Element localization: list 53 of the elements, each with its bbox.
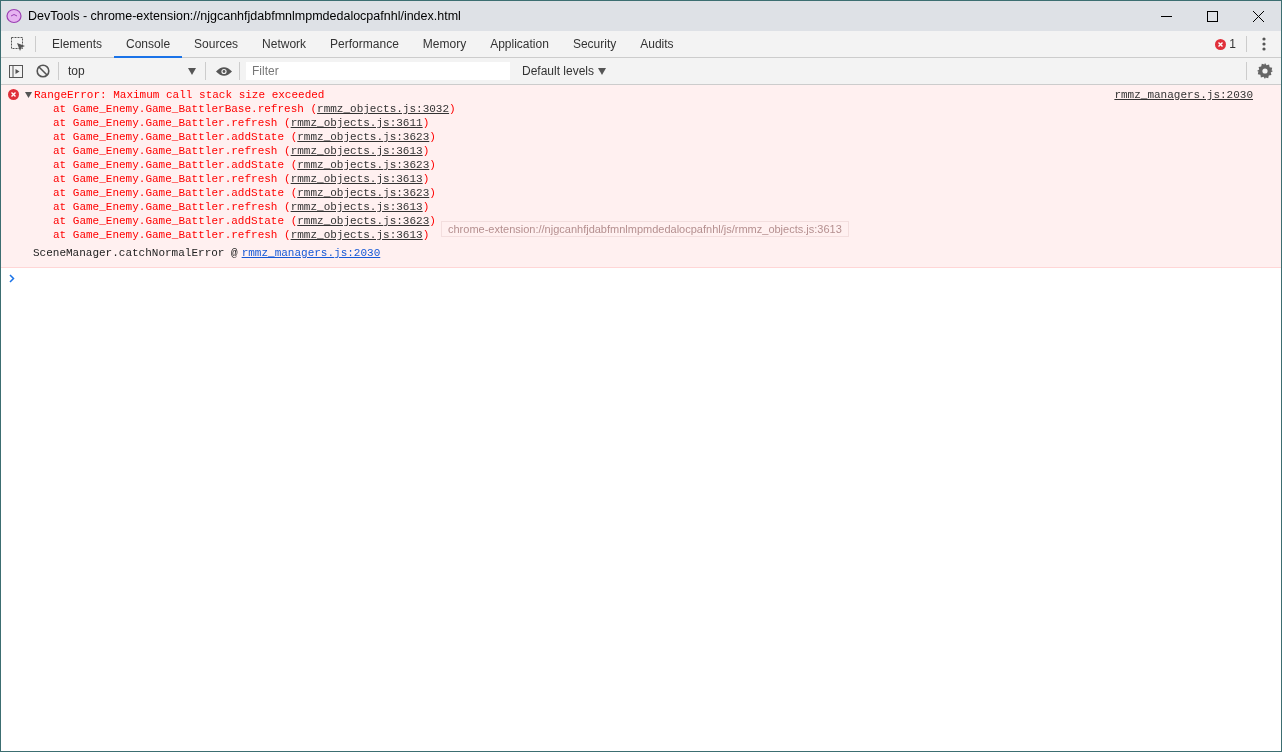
app-icon [6, 8, 22, 24]
maximize-icon [1206, 10, 1218, 22]
source-link[interactable]: rmmz_managers.js:2030 [241, 246, 381, 260]
stack-trace-line: at Game_Enemy.Game_Battler.addState (rmmz_objects.js:3623) [52, 186, 436, 200]
tooltip: chrome-extension://njgcanhfjdabfmnlmpmdedalocpafnhl/js/rmmz_objects.js:3613 [441, 221, 849, 237]
stack-trace-line: at Game_Enemy.Game_BattlerBase.refresh (rmmz_objects.js:3032) [52, 102, 456, 116]
levels-dropdown[interactable]: Default levels [516, 63, 613, 79]
source-link[interactable]: rmmz_objects.js:3613 [290, 173, 423, 185]
source-link[interactable]: rmmz_objects.js:3613 [290, 201, 423, 213]
sidebar-icon [9, 64, 23, 78]
panel-tab[interactable]: Audits [628, 31, 686, 58]
panel-tab[interactable]: Memory [410, 31, 479, 58]
filter-field[interactable]: Filter [246, 62, 510, 80]
stack-trace-line: at Game_Enemy.Game_Battler.refresh (rmmz_objects.js:3613) [52, 200, 430, 214]
error-text: RangeError: Maximum call stack size exceeded [34, 88, 325, 102]
panel-tab[interactable]: Network [250, 31, 319, 58]
error-icon [1215, 38, 1227, 50]
source-link[interactable]: rmmz_objects.js:3032 [317, 103, 450, 115]
panel-tab[interactable]: Application [478, 31, 561, 58]
inspect-icon [10, 36, 26, 52]
expand-toggle-icon[interactable] [25, 92, 32, 98]
stack-trace-line: at Game_Enemy.Game_Battler.addState (rmmz_objects.js:3623) [52, 130, 436, 144]
stack-trace-line: at Game_Enemy.Game_Battler.refresh (rmmz_objects.js:3613) [52, 172, 430, 186]
clear-icon [36, 64, 50, 78]
source-link[interactable]: rmmz_objects.js:3613 [290, 145, 423, 157]
eye-icon [216, 65, 232, 77]
stack-trace-line: at Game_Enemy.Game_Battler.refresh (rmmz_objects.js:3611) [52, 116, 430, 130]
panel-tab[interactable]: Sources [182, 31, 251, 58]
panel-tab[interactable]: Performance [318, 31, 411, 58]
window-title: DevTools - chrome-extension://njgcanhfjdabfmnlmpmdedalocpafnhl/index.html [28, 9, 461, 23]
stack-trace-line: at Game_Enemy.Game_Battler.addState (rmmz_objects.js:3623) [52, 158, 436, 172]
source-link[interactable]: rmmz_objects.js:3623 [297, 215, 430, 227]
source-link[interactable]: rmmz_objects.js:3623 [297, 131, 430, 143]
source-link[interactable]: rmmz_objects.js:3611 [290, 117, 423, 129]
source-link[interactable]: rmmz_objects.js:3623 [297, 187, 430, 199]
prompt-icon [9, 273, 15, 283]
error-counter[interactable]: 1 [1209, 31, 1242, 57]
more-icon [1262, 37, 1266, 51]
source-link[interactable]: rmmz_objects.js:3613 [290, 229, 423, 241]
caller-text: SceneManager.catchNormalError @ [33, 246, 238, 260]
panel-tab[interactable]: Elements [40, 31, 115, 58]
close-icon [1252, 10, 1264, 22]
stack-trace-line: at Game_Enemy.Game_Battler.refresh (rmmz_objects.js:3613) [52, 228, 430, 242]
caret-icon [598, 67, 607, 75]
stack-trace-line: at Game_Enemy.Game_Battler.addState (rmmz_objects.js:3623) [52, 214, 436, 228]
caret-icon [188, 67, 196, 75]
stack-trace-line: at Game_Enemy.Game_Battler.refresh (rmmz_objects.js:3613) [52, 144, 430, 158]
panel-tab[interactable]: Security [560, 31, 629, 58]
context-dropdown[interactable]: top [62, 64, 202, 78]
error-icon [8, 89, 19, 100]
source-link[interactable]: rmmz_managers.js:2030 [1114, 88, 1253, 102]
source-link[interactable]: rmmz_objects.js:3623 [297, 159, 430, 171]
settings-icon [1257, 63, 1273, 79]
